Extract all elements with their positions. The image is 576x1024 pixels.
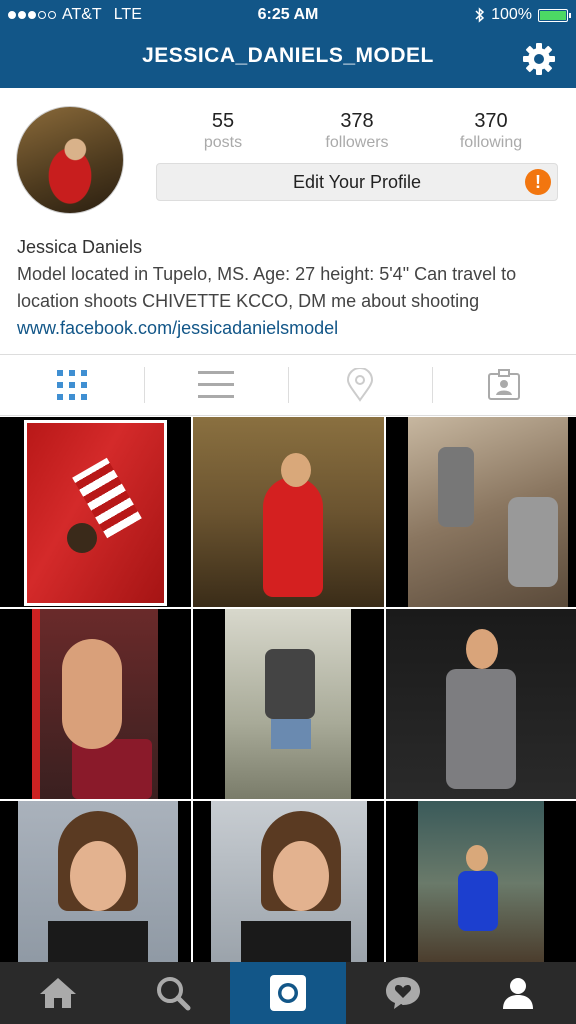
nav-profile[interactable] <box>461 962 576 1024</box>
bluetooth-icon <box>475 7 485 23</box>
tab-list[interactable] <box>144 355 288 415</box>
photo-thumbnail[interactable] <box>193 801 384 966</box>
stat-label: posts <box>203 134 243 151</box>
tab-grid[interactable] <box>0 355 144 415</box>
posts-count[interactable]: 55 posts <box>156 110 290 152</box>
stat-value: 378 <box>340 110 374 132</box>
warning-icon: ! <box>525 169 551 195</box>
following-count[interactable]: 370 following <box>424 110 558 152</box>
edit-profile-button[interactable]: Edit Your Profile ! <box>156 163 558 201</box>
status-bar: AT&T LTE 6:25 AM 100% <box>0 0 576 30</box>
grid-view-icon <box>57 370 87 400</box>
page-title: JESSICA_DANIELS_MODEL <box>142 44 434 67</box>
stat-value: 370 <box>474 110 508 132</box>
profile-link[interactable]: www.facebook.com/jessicadanielsmodel <box>17 315 565 342</box>
tab-location[interactable] <box>288 355 432 415</box>
stat-label: followers <box>325 134 389 151</box>
photo-thumbnail[interactable] <box>0 609 191 799</box>
bottom-nav <box>0 962 576 1024</box>
stat-value: 55 <box>211 110 235 132</box>
nav-search[interactable] <box>115 962 230 1024</box>
profile-bio: Jessica Daniels Model located in Tupelo,… <box>17 234 565 342</box>
followers-count[interactable]: 378 followers <box>290 110 424 152</box>
tagged-icon <box>488 369 520 400</box>
profile-stats: 55 posts 378 followers 370 following <box>156 110 558 152</box>
photo-thumbnail[interactable] <box>0 801 191 966</box>
battery-percent: 100% <box>491 6 532 23</box>
photo-thumbnail[interactable] <box>386 609 576 799</box>
activity-icon <box>386 977 421 1009</box>
nav-activity[interactable] <box>346 962 461 1024</box>
photo-thumbnail[interactable] <box>193 417 384 607</box>
search-icon <box>156 977 191 1011</box>
top-bar: AT&T LTE 6:25 AM 100% JESSICA_DANIELS_MO… <box>0 0 576 88</box>
list-view-icon <box>198 371 234 398</box>
location-icon <box>346 368 374 402</box>
settings-gear-icon[interactable] <box>522 42 556 76</box>
tab-tagged[interactable] <box>432 355 576 415</box>
camera-icon <box>270 975 306 1011</box>
photo-thumbnail[interactable] <box>0 417 191 607</box>
home-icon <box>39 978 76 1008</box>
stat-label: following <box>459 134 523 151</box>
nav-camera[interactable] <box>230 962 346 1024</box>
profile-name: Jessica Daniels <box>17 237 143 257</box>
bio-text: Model located in Tupelo, MS. Age: 27 hei… <box>17 264 517 311</box>
battery-icon <box>538 8 571 22</box>
photo-thumbnail[interactable] <box>193 609 384 799</box>
photo-thumbnail[interactable] <box>386 801 576 966</box>
nav-home[interactable] <box>0 962 115 1024</box>
photo-thumbnail[interactable] <box>386 417 576 607</box>
profile-avatar[interactable] <box>16 106 124 214</box>
view-tabs <box>0 354 576 416</box>
photo-grid <box>0 417 576 966</box>
edit-profile-label: Edit Your Profile <box>292 172 422 192</box>
profile-icon <box>503 978 534 1009</box>
